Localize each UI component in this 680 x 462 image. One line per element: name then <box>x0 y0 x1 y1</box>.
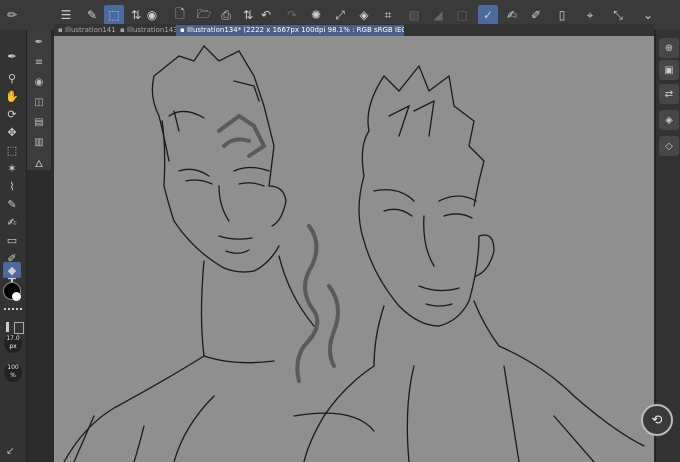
layer-icon[interactable]: ▤ <box>31 114 47 130</box>
doc-icon[interactable]: ▥ <box>31 134 47 150</box>
chevron-down-icon[interactable]: ⌄ <box>638 5 658 25</box>
eyedropper-icon[interactable]: ⌇ <box>3 178 21 194</box>
eraser-icon[interactable]: ▭ <box>3 232 21 248</box>
tool-palette: ✒ ⚲ ✋ ⟳ ✥ ⬚ ✶ ⌇ ✎ ✍ ▭ ✐ ✚ ◆ 17.0 px 100% ↙ <box>0 30 27 462</box>
crop-icon[interactable]: ⌗ <box>378 5 398 25</box>
tab-illustration141[interactable]: ▪ Illustration141(8:... <box>58 25 116 36</box>
brush-size-badge[interactable]: 17.0 px <box>4 334 22 353</box>
gradient-icon[interactable]: ◢ <box>428 5 448 25</box>
phone-icon[interactable]: ▯ <box>552 5 572 25</box>
properties-icon[interactable]: ▣ <box>659 60 679 80</box>
brush-size-icon[interactable]: ✏ <box>2 5 22 25</box>
rotate-icon[interactable]: ⟳ <box>3 106 21 122</box>
save-icon[interactable]: ⎙ <box>216 5 236 25</box>
hand-icon[interactable]: ✋ <box>3 88 21 104</box>
undo-icon[interactable]: ↶ <box>256 5 276 25</box>
sub-color-swatch[interactable] <box>12 292 21 301</box>
pen-tool-icon[interactable]: ✎ <box>82 5 102 25</box>
rotate-canvas-icon: ⟲ <box>651 412 663 428</box>
history-icon[interactable]: ⇄ <box>659 84 679 104</box>
layers-icon[interactable]: ◈ <box>659 110 679 130</box>
drawing-canvas[interactable] <box>54 36 654 462</box>
transparent-color-icon[interactable] <box>4 308 22 315</box>
pencil-icon[interactable]: ✐ <box>526 5 546 25</box>
brush-tool-icon[interactable]: ✍ <box>3 214 21 230</box>
fire-icon[interactable]: 🜂 <box>31 154 47 170</box>
brush-settings-icon[interactable]: ✒ <box>3 48 21 64</box>
brush-icon[interactable]: ✍ <box>502 5 522 25</box>
hook-icon[interactable]: ↙ <box>6 446 14 457</box>
open-folder-icon[interactable]: 🗁 <box>194 5 214 25</box>
navigator-icon[interactable]: ⊕ <box>659 38 679 58</box>
move-icon[interactable]: ✥ <box>3 124 21 140</box>
blank-icon[interactable]: ▧ <box>404 5 424 25</box>
opacity-badge[interactable]: 100% <box>4 363 22 382</box>
square-icon[interactable]: □ <box>452 5 472 25</box>
eye-sub-icon[interactable]: ◉ <box>31 74 47 90</box>
hamburger-icon[interactable]: ☰ <box>56 5 76 25</box>
compass-icon[interactable]: ⌖ <box>580 5 600 25</box>
document-tabs: ▪ Illustration141(8:... ▪ Illustration14… <box>54 24 654 36</box>
ruler-icon[interactable]: ≡ <box>31 54 47 70</box>
canvas-rotate-button[interactable]: ⟲ <box>641 404 673 436</box>
sub-tool-palette: ✒ ≡ ◉ ◫ ▤ ▥ 🜂 <box>27 30 51 170</box>
tab-illustration143[interactable]: ▪ Illustration143(8... <box>120 25 176 36</box>
vertical-bar-icon <box>6 322 9 332</box>
tab-illustration134[interactable]: ▪ Illustration134* (2222 x 1667px 100dpi… <box>176 25 404 36</box>
palette-icon[interactable]: ◫ <box>31 94 47 110</box>
layer-stack-icon[interactable]: ◇ <box>659 136 679 156</box>
pattern-icon[interactable] <box>14 322 24 334</box>
resize-icon[interactable]: ⤡ <box>608 5 628 25</box>
loading-icon[interactable]: ✺ <box>306 5 326 25</box>
redo-icon[interactable]: ↷ <box>282 5 302 25</box>
right-panel: ⊕ ▣ ⇄ ◈ ◇ <box>655 30 680 462</box>
magic-wand-icon[interactable]: ✶ <box>3 160 21 176</box>
transform-icon[interactable]: ⤢ <box>330 5 350 25</box>
marquee-icon[interactable]: ⬚ <box>3 142 21 158</box>
fill-icon[interactable]: ◈ <box>354 5 374 25</box>
up-down-icon[interactable]: ⇅ <box>238 5 258 25</box>
new-file-icon[interactable]: 🗋 <box>170 5 190 25</box>
brush-active-icon[interactable]: ✓ <box>478 5 498 25</box>
pen-icon[interactable]: ✎ <box>3 196 21 212</box>
select-tool-icon[interactable]: ⬚ <box>104 5 124 25</box>
eye-icon[interactable]: ◉ <box>142 5 162 25</box>
sketch-artwork <box>63 44 645 462</box>
fill-tool-icon[interactable]: ◆ <box>3 262 21 278</box>
zoom-icon[interactable]: ⚲ <box>3 70 21 86</box>
pen-sub-icon[interactable]: ✒ <box>31 34 47 50</box>
